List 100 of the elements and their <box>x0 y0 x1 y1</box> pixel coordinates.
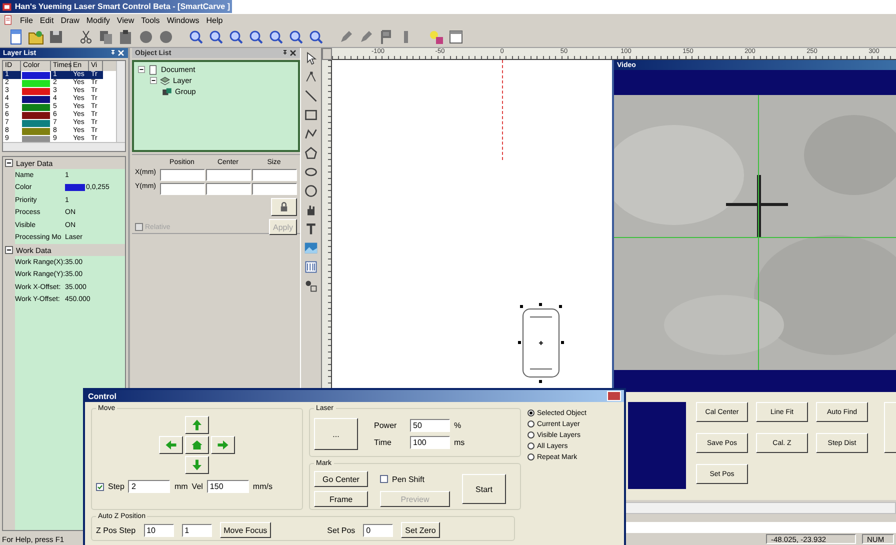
center-field[interactable] <box>206 169 251 181</box>
zoom-icon[interactable] <box>248 29 264 45</box>
circle-icon[interactable] <box>158 29 174 45</box>
polygon-icon[interactable] <box>304 146 318 160</box>
left-button[interactable] <box>159 436 183 454</box>
start-button[interactable]: Start <box>462 474 506 504</box>
frame-button[interactable]: Frame <box>314 491 368 507</box>
checked-checkbox-icon[interactable] <box>96 482 104 490</box>
circle-icon[interactable] <box>138 29 154 45</box>
up-button[interactable] <box>185 416 209 434</box>
window-icon[interactable] <box>448 29 464 45</box>
collapse-icon[interactable] <box>138 66 145 73</box>
line-icon[interactable] <box>304 89 318 103</box>
close-icon[interactable] <box>289 49 297 57</box>
copy-icon[interactable] <box>98 29 114 45</box>
velocity-field[interactable]: 150 <box>206 480 249 493</box>
down-button[interactable] <box>185 456 209 474</box>
circle-icon[interactable] <box>304 184 318 198</box>
document-icon <box>148 64 158 74</box>
laser-field[interactable]: 100 <box>410 436 450 449</box>
rectangle-icon[interactable] <box>304 108 318 122</box>
node-edit-icon[interactable] <box>304 70 318 84</box>
shapes-icon[interactable] <box>304 279 318 293</box>
radio-icon[interactable] <box>527 442 535 450</box>
unit-label: ms <box>454 438 466 447</box>
paste-icon[interactable] <box>118 29 134 45</box>
menu-item[interactable]: Draw <box>60 16 80 24</box>
menu-item[interactable]: File <box>20 16 33 24</box>
ellipse-icon[interactable] <box>304 165 318 179</box>
size-field[interactable] <box>252 169 297 181</box>
bulb-icon[interactable] <box>428 29 444 45</box>
step-field[interactable]: 2 <box>128 480 170 493</box>
zoom-icon[interactable] <box>208 29 224 45</box>
zoom-icon[interactable] <box>268 29 284 45</box>
field-label: Power <box>374 421 398 430</box>
collapse-icon[interactable] <box>5 246 13 254</box>
folder-icon[interactable] <box>28 29 44 45</box>
z-step-field[interactable]: 1 <box>182 524 212 536</box>
menu-item[interactable]: View <box>116 16 134 24</box>
up-arrow-icon <box>190 419 204 431</box>
close-button[interactable] <box>607 391 621 401</box>
scissors-icon[interactable] <box>78 29 94 45</box>
pin-icon[interactable] <box>281 49 289 57</box>
z-step-field[interactable]: 10 <box>144 524 174 536</box>
move-focus-button[interactable]: Move Focus <box>220 522 272 538</box>
lock-icon <box>279 202 289 212</box>
barcode-icon[interactable] <box>304 260 318 274</box>
left-arrow-icon <box>164 439 178 451</box>
flag-icon[interactable] <box>378 29 394 45</box>
right-button[interactable] <box>211 436 235 454</box>
text-tool-icon[interactable] <box>304 222 318 236</box>
down-arrow-icon <box>190 459 204 471</box>
position-field[interactable] <box>160 169 205 181</box>
new-file-icon[interactable] <box>8 29 24 45</box>
menu-item[interactable]: Modify <box>86 16 110 24</box>
menu-item[interactable]: Windows <box>166 16 200 24</box>
image-icon[interactable] <box>304 241 318 255</box>
pencil-icon[interactable] <box>358 29 374 45</box>
home-icon <box>190 439 204 451</box>
radio-icon[interactable] <box>527 453 535 461</box>
field-label: Time <box>374 438 392 447</box>
radio-icon[interactable] <box>527 420 535 428</box>
menu-item[interactable]: Help <box>206 16 223 24</box>
home-button[interactable] <box>185 436 209 454</box>
pointer-icon[interactable] <box>304 51 318 65</box>
go-center-button[interactable]: Go Center <box>314 471 368 487</box>
zoom-icon[interactable] <box>288 29 304 45</box>
field-label: Vel <box>192 482 203 491</box>
group-icon <box>162 86 172 96</box>
menu-item[interactable]: Tools <box>141 16 160 24</box>
unit-label: mm/s <box>252 482 272 491</box>
unit-label: mm <box>174 482 188 491</box>
position-field[interactable] <box>160 183 205 195</box>
field-label: Z Pos Step <box>96 526 136 534</box>
checkbox-icon[interactable] <box>380 475 388 483</box>
color-swatch[interactable] <box>65 184 85 192</box>
scrollbar[interactable] <box>116 61 125 143</box>
laser-field[interactable]: 50 <box>410 419 450 432</box>
scrollbar[interactable] <box>3 142 125 151</box>
pencil-icon[interactable] <box>338 29 354 45</box>
center-field[interactable] <box>206 183 251 195</box>
selected-radio-icon[interactable] <box>527 409 535 417</box>
collapse-icon[interactable] <box>5 159 13 167</box>
zoom-icon[interactable] <box>228 29 244 45</box>
polyline-icon[interactable] <box>304 127 318 141</box>
window-title: Han's Yueming Laser Smart Control Beta - [SmartCarve ] <box>14 2 230 11</box>
lock-button[interactable] <box>271 198 297 216</box>
zoom-icon[interactable] <box>308 29 324 45</box>
pin-icon[interactable] <box>109 49 117 57</box>
radio-icon[interactable] <box>527 431 535 439</box>
selected-object-drawing[interactable] <box>518 303 564 383</box>
menu-item[interactable]: Edit <box>40 16 54 24</box>
size-field[interactable] <box>252 183 297 195</box>
set-zero-button[interactable]: Set Zero <box>401 522 440 538</box>
collapse-icon[interactable] <box>150 77 157 84</box>
checkbox-label: Pen Shift <box>392 474 424 484</box>
position-field[interactable]: 0 <box>363 524 394 536</box>
layer-icon <box>160 76 170 86</box>
laser-button[interactable]: ... <box>314 418 358 450</box>
zoom-icon[interactable] <box>188 29 204 45</box>
